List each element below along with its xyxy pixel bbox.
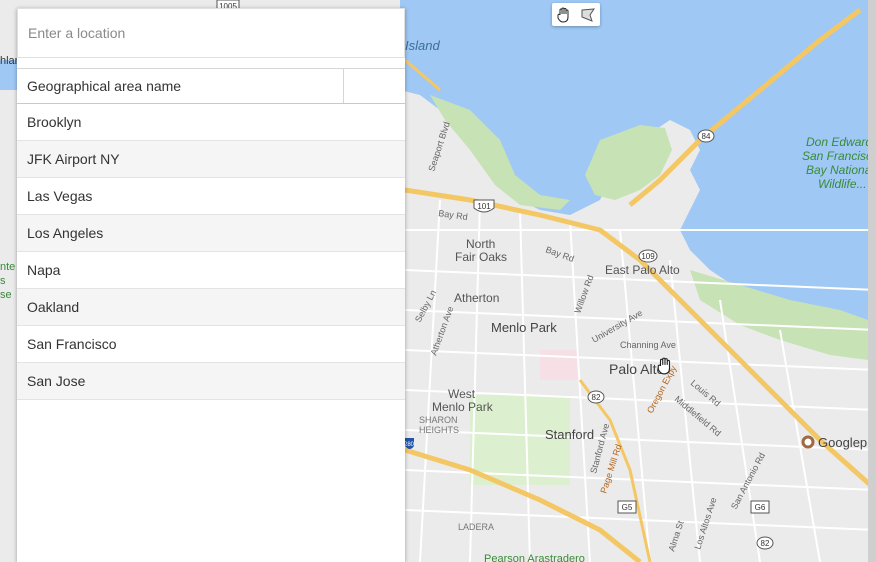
shield-g6: G6 xyxy=(750,500,770,514)
label-north-fair-oaks-2: Fair Oaks xyxy=(455,250,507,264)
svg-text:G6: G6 xyxy=(755,503,766,512)
area-list: Brooklyn JFK Airport NY Las Vegas Los An… xyxy=(17,104,405,400)
label-menlo-park: Menlo Park xyxy=(491,320,557,335)
column-header-area-name[interactable]: Geographical area name xyxy=(17,69,344,103)
area-row[interactable]: Oakland xyxy=(17,289,405,326)
shield-109: 109 xyxy=(638,249,658,263)
edge-label-2: s xyxy=(0,275,6,287)
area-row[interactable]: San Jose xyxy=(17,363,405,400)
label-ladera: LADERA xyxy=(458,522,494,532)
svg-text:109: 109 xyxy=(641,252,655,261)
svg-text:84: 84 xyxy=(702,132,711,141)
label-don-edwards-4: Wildlife... xyxy=(818,177,867,191)
svg-text:280: 280 xyxy=(404,442,415,448)
hand-pan-icon[interactable] xyxy=(555,6,573,24)
area-row[interactable]: San Francisco xyxy=(17,326,405,363)
label-north-fair-oaks-1: North xyxy=(466,237,495,251)
shield-280: 280 xyxy=(404,438,415,449)
table-header: Geographical area name xyxy=(17,68,405,104)
column-header-empty xyxy=(344,69,405,103)
park-small xyxy=(540,350,580,380)
area-row[interactable]: Las Vegas xyxy=(17,178,405,215)
area-row[interactable]: Napa xyxy=(17,252,405,289)
shield-82-bot: 82 xyxy=(756,536,774,550)
edge-label-3: se xyxy=(0,289,12,301)
street-channing: Channing Ave xyxy=(620,340,676,350)
svg-text:82: 82 xyxy=(761,539,770,548)
label-pearson: Pearson Arastradero xyxy=(484,553,585,562)
label-don-edwards-1: Don Edward xyxy=(806,135,872,149)
location-panel: Geographical area name Brooklyn JFK Airp… xyxy=(17,8,405,562)
area-row[interactable]: JFK Airport NY xyxy=(17,141,405,178)
label-sharon-heights-2: HEIGHTS xyxy=(419,425,459,435)
label-island: Island xyxy=(405,38,440,53)
location-search xyxy=(17,8,405,58)
shield-82-mid: 82 xyxy=(587,390,605,404)
area-row[interactable]: Brooklyn xyxy=(17,104,405,141)
label-stanford: Stanford xyxy=(545,427,594,442)
label-don-edwards-3: Bay Nationa xyxy=(806,163,872,177)
shield-84: 84 xyxy=(697,129,715,143)
map-tools xyxy=(552,3,600,26)
label-east-palo-alto: East Palo Alto xyxy=(605,263,680,277)
map-right-edge xyxy=(868,0,876,562)
draw-shape-icon[interactable] xyxy=(579,6,597,24)
label-don-edwards-2: San Francisc xyxy=(802,149,872,163)
location-search-input[interactable] xyxy=(18,9,388,57)
label-atherton: Atherton xyxy=(454,291,499,305)
shield-101: 101 xyxy=(473,199,495,213)
shield-g5: G5 xyxy=(617,500,637,514)
svg-text:G5: G5 xyxy=(622,503,633,512)
area-row[interactable]: Los Angeles xyxy=(17,215,405,252)
googleplex-pin-icon xyxy=(801,435,815,449)
label-west-menlo-park-2: Menlo Park xyxy=(432,400,494,414)
hand-cursor-icon xyxy=(656,357,674,375)
edge-label-1: nte xyxy=(0,261,15,273)
label-sharon-heights-1: SHARON xyxy=(419,415,458,425)
svg-text:82: 82 xyxy=(592,393,601,402)
svg-text:101: 101 xyxy=(477,202,491,211)
label-west-menlo-park-1: West xyxy=(448,387,476,401)
